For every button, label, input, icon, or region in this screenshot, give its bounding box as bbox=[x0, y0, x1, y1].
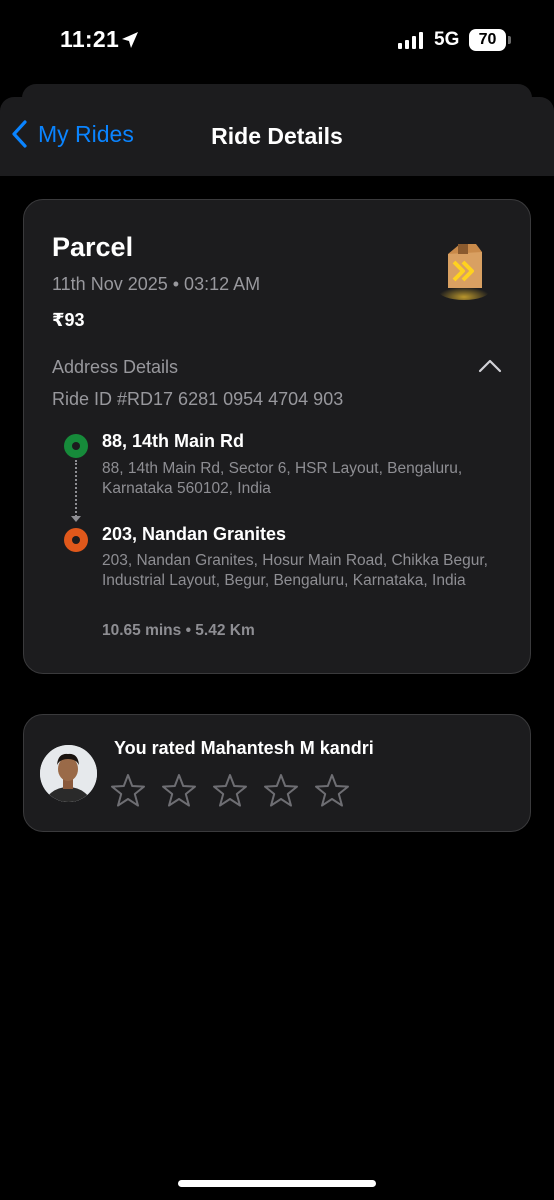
status-time: 11:21 bbox=[60, 26, 120, 52]
rating-text: You rated Mahantesh M kandri bbox=[114, 738, 374, 758]
battery-icon: 70 bbox=[469, 29, 506, 51]
home-indicator[interactable] bbox=[178, 1180, 376, 1187]
page-title: Ride Details bbox=[211, 123, 343, 149]
star-icon[interactable] bbox=[263, 773, 299, 809]
address-details-label: Address Details bbox=[52, 357, 179, 377]
rating-card: You rated Mahantesh M kandri bbox=[23, 714, 531, 832]
drop-name: 203, Nandan Granites bbox=[102, 524, 287, 544]
signal-icon bbox=[398, 32, 423, 49]
pickup-dot-icon bbox=[64, 434, 88, 458]
star-icon[interactable] bbox=[314, 773, 350, 809]
drop-address: 203, Nandan Granites, Hosur Main Road, C… bbox=[102, 552, 488, 589]
ride-datetime: 11th Nov 2025 • 03:12 AM bbox=[52, 274, 261, 294]
star-rating bbox=[110, 773, 350, 809]
ride-id: Ride ID #RD17 6281 0954 4704 903 bbox=[52, 389, 344, 409]
driver-avatar bbox=[40, 745, 97, 802]
network-type: 5G bbox=[434, 29, 460, 50]
pickup-address: 88, 14th Main Rd, Sector 6, HSR Layout, … bbox=[102, 460, 463, 497]
route-connector bbox=[75, 460, 77, 520]
trip-stats: 10.65 mins • 5.42 Km bbox=[102, 622, 255, 639]
star-icon[interactable] bbox=[161, 773, 197, 809]
parcel-box-icon bbox=[438, 244, 490, 300]
ride-details-card: Parcel 11th Nov 2025 • 03:12 AM ₹93 Addr… bbox=[23, 199, 531, 674]
navigation-bar: My Rides Ride Details bbox=[0, 97, 554, 176]
location-arrow-icon bbox=[122, 32, 138, 48]
drop-dot-icon bbox=[64, 528, 88, 552]
pickup-name: 88, 14th Main Rd bbox=[102, 431, 245, 451]
star-icon[interactable] bbox=[212, 773, 248, 809]
star-icon[interactable] bbox=[110, 773, 146, 809]
battery-tip bbox=[508, 36, 511, 44]
service-type: Parcel bbox=[52, 232, 134, 262]
route-arrow-icon bbox=[71, 516, 81, 522]
status-bar: 11:21 5G 70 bbox=[0, 0, 554, 84]
ride-fare: ₹93 bbox=[52, 310, 85, 330]
chevron-up-icon[interactable] bbox=[478, 358, 502, 374]
